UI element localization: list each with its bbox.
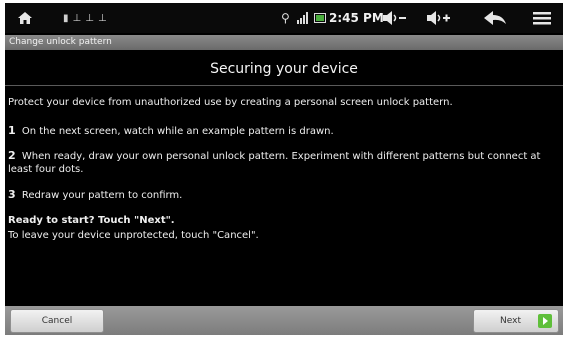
status-bar: ▮ ⊥ ⊥ ⊥ ⚲ 2:45 PM	[5, 3, 563, 33]
next-arrow-icon	[538, 314, 552, 328]
home-icon[interactable]	[17, 3, 35, 33]
device-screen: ▮ ⊥ ⊥ ⊥ ⚲ 2:45 PM Change unlock pattern …	[5, 3, 563, 335]
bottom-button-bar: Cancel Next	[5, 306, 563, 335]
intro-text: Protect your device from unauthorized us…	[8, 97, 453, 108]
volume-down-icon[interactable]	[382, 3, 408, 33]
cancel-button[interactable]: Cancel	[10, 309, 104, 333]
step-1-number: 1	[8, 124, 16, 137]
step-2: 2 When ready, draw your own personal unl…	[8, 149, 560, 176]
leave-text: To leave your device unprotected, touch …	[8, 230, 259, 241]
signal-icon	[297, 3, 309, 33]
step-3-number: 3	[8, 188, 16, 201]
volume-up-icon[interactable]	[426, 3, 452, 33]
step-2-text: When ready, draw your own personal unloc…	[8, 151, 541, 175]
sd-card-icon: ▮	[63, 12, 69, 24]
window-title: Change unlock pattern	[5, 35, 563, 50]
ready-text: Ready to start? Touch "Next".	[8, 215, 175, 226]
step-3-text: Redraw your pattern to confirm.	[21, 190, 183, 201]
battery-icon	[314, 3, 326, 33]
menu-icon[interactable]	[533, 3, 551, 33]
usb-icon: ⚲	[281, 11, 290, 25]
status-clock: 2:45 PM	[329, 11, 384, 25]
notification-icons[interactable]: ▮ ⊥ ⊥ ⊥	[63, 3, 121, 33]
cancel-button-label: Cancel	[41, 316, 73, 326]
download-icon-2: ⊥	[85, 12, 94, 24]
page-heading: Securing your device	[210, 61, 358, 77]
main-content: Securing your device Protect your device…	[5, 51, 563, 306]
step-1: 1 On the next screen, watch while an exa…	[8, 124, 560, 138]
step-3: 3 Redraw your pattern to confirm.	[8, 188, 560, 202]
next-button-label: Next	[500, 316, 521, 326]
download-icon-3: ⊥	[97, 12, 107, 24]
next-button[interactable]: Next	[473, 309, 559, 333]
step-1-text: On the next screen, watch while an examp…	[21, 126, 334, 137]
heading-divider	[5, 85, 563, 86]
back-arrow-icon[interactable]	[483, 3, 507, 33]
step-2-number: 2	[8, 149, 16, 162]
download-icon: ⊥	[72, 12, 82, 24]
